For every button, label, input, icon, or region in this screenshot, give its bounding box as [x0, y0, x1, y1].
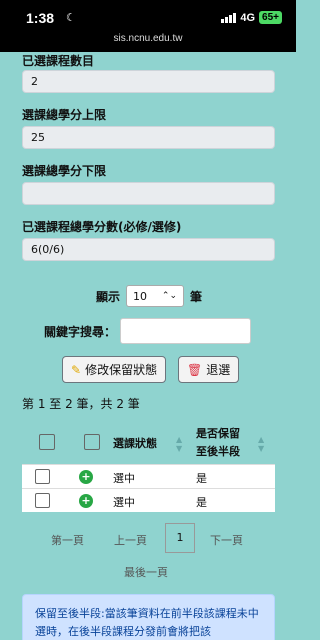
battery-icon: 65+	[259, 11, 282, 24]
retain-notice: 保留至後半段:當該筆資料在前半段該課程未中選時，在後半段課程分發前會將把該	[22, 594, 275, 640]
sort-icon[interactable]: ▲ ▼	[176, 435, 182, 453]
field-label-credit-max: 選課總學分上限	[22, 108, 107, 122]
pager-last[interactable]: 最後一頁	[124, 564, 168, 580]
pager-prev[interactable]: 上一頁	[114, 532, 147, 548]
select-all-checkbox[interactable]	[39, 434, 55, 450]
withdraw-label: 退選	[206, 363, 231, 377]
row-checkbox[interactable]	[35, 493, 50, 508]
pencil-icon: ✎	[71, 362, 82, 377]
pager-first[interactable]: 第一頁	[51, 532, 84, 548]
field-course-count: 2	[22, 70, 275, 93]
header-retain-line2[interactable]: 至後半段	[196, 443, 240, 459]
focus-icon: ☾	[66, 11, 76, 24]
signal-icon	[221, 12, 237, 23]
row-retain: 是	[196, 496, 207, 509]
address-bar[interactable]: sis.ncnu.edu.tw	[0, 33, 296, 44]
withdraw-button[interactable]: 🗑 退選	[178, 356, 240, 383]
page-size-select[interactable]: 10 ⌃⌄	[126, 285, 185, 307]
keyword-search-input[interactable]	[120, 318, 251, 344]
edit-retain-label: 修改保留狀態	[85, 363, 158, 377]
row-status: 選中	[113, 496, 135, 509]
expand-all-checkbox[interactable]	[84, 434, 100, 450]
page-size-value: 10	[133, 289, 148, 303]
network-label: 4G	[240, 11, 256, 24]
field-label-total-credits: 已選課程總學分數(必修/選修)	[22, 220, 182, 234]
trash-icon: 🗑	[187, 362, 203, 377]
page-size-suffix: 筆	[190, 289, 203, 304]
field-credit-min	[22, 182, 275, 205]
row-checkbox[interactable]	[35, 469, 50, 484]
row-status: 選中	[113, 472, 135, 485]
page-size-prefix: 顯示	[96, 289, 121, 304]
expand-plus-icon[interactable]: +	[79, 470, 93, 484]
field-total-credits: 6(0/6)	[22, 238, 275, 261]
pager-current[interactable]: 1	[165, 523, 195, 553]
expand-plus-icon[interactable]: +	[79, 494, 93, 508]
status-bar: 1:38 ☾ 4G 65+ sis.ncnu.edu.tw	[0, 0, 296, 52]
field-label-course-count: 已選課程數目	[22, 54, 95, 68]
status-indicators: 4G 65+	[221, 11, 282, 24]
page-content: 已選課程數目 2 選課總學分上限 25 選課總學分下限 已選課程總學分數(必修/…	[0, 52, 296, 640]
edit-retain-button[interactable]: ✎ 修改保留狀態	[62, 356, 167, 383]
table-row: + 選中 是	[22, 464, 275, 488]
table-header: 選課狀態 ▲ ▼ 是否保留 至後半段 ▲ ▼	[22, 421, 275, 463]
table-row: + 選中 是	[22, 488, 275, 512]
row-retain: 是	[196, 472, 207, 485]
page-size-row: 顯示 10 ⌃⌄ 筆	[96, 285, 202, 307]
keyword-search-label: 關鍵字搜尋：	[44, 325, 117, 339]
chevron-updown-icon: ⌃⌄	[161, 291, 178, 301]
field-label-credit-min: 選課總學分下限	[22, 164, 107, 178]
header-status[interactable]: 選課狀態	[113, 435, 157, 451]
status-time: 1:38	[26, 10, 55, 26]
record-count: 第 1 至 2 筆，共 2 筆	[22, 397, 140, 411]
sort-icon[interactable]: ▲ ▼	[258, 435, 264, 453]
header-retain-line1[interactable]: 是否保留	[196, 425, 240, 441]
pager-next[interactable]: 下一頁	[210, 532, 243, 548]
field-credit-max: 25	[22, 126, 275, 149]
